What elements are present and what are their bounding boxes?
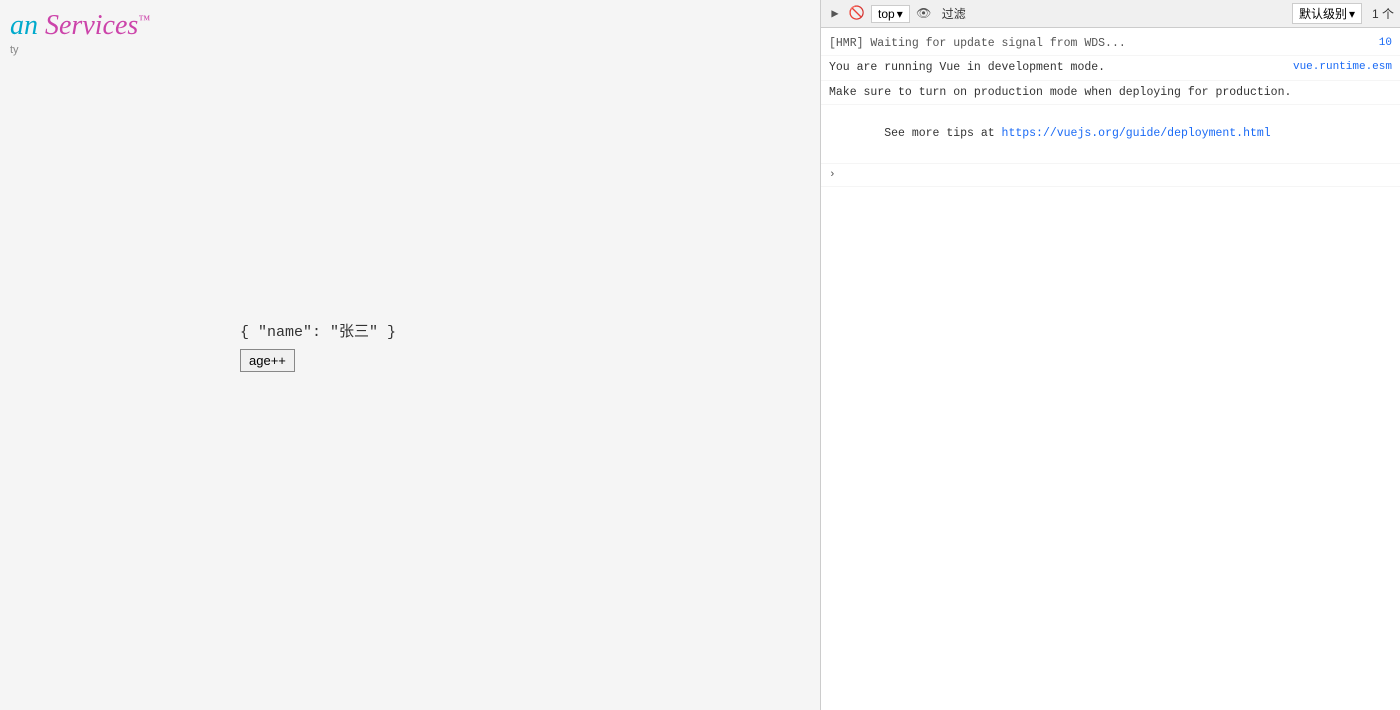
app-panel: an Services™ ty { "name": "张三" } age++ [0,0,820,710]
console-collapse-row[interactable]: › [821,164,1400,188]
devtools-toolbar: ▶ 🚫 top ▾ 👁 过滤 默认级别 ▾ 1 个 [821,0,1400,28]
vue1-text: You are running Vue in development mode. [829,59,1285,76]
block-icon[interactable]: 🚫 [849,6,865,22]
logo-an: an [10,10,38,41]
collapse-arrow-icon[interactable]: › [829,167,836,184]
app-content: { "name": "张三" } age++ [240,320,396,372]
log-level-dropdown[interactable]: 默认级别 ▾ [1292,3,1362,24]
play-icon[interactable]: ▶ [827,6,843,22]
console-line-vue2: Make sure to turn on production mode whe… [821,81,1400,105]
vue1-source-link[interactable]: vue.runtime.esm [1293,59,1392,76]
log-count: 1 个 [1372,5,1394,22]
console-line-hmr: [HMR] Waiting for update signal from WDS… [821,32,1400,56]
top-context-label: top [878,7,895,21]
logo-area: an Services™ ty [0,10,160,56]
log-level-label: 默认级别 [1299,5,1347,22]
age-button[interactable]: age++ [240,349,295,372]
eye-icon[interactable]: 👁 [916,6,932,22]
hmr-text: [HMR] Waiting for update signal from WDS… [829,35,1371,52]
logo-subtitle: ty [10,44,150,56]
logo-trademark: ™ [138,13,150,27]
devtools-panel: ▶ 🚫 top ▾ 👁 过滤 默认级别 ▾ 1 个 [HMR] Waiting … [820,0,1400,710]
console-output[interactable]: [HMR] Waiting for update signal from WDS… [821,28,1400,710]
data-display: { "name": "张三" } [240,320,396,341]
logo-services: Services [38,10,138,41]
logo: an Services™ [10,10,150,42]
top-context-dropdown[interactable]: top ▾ [871,5,910,23]
vue3-text: See more tips at https://vuejs.org/guide… [829,108,1392,160]
log-level-chevron-icon: ▾ [1349,7,1355,21]
filter-label: 过滤 [942,5,966,22]
hmr-source-link[interactable]: 10 [1379,35,1392,52]
vue2-text: Make sure to turn on production mode whe… [829,84,1392,101]
console-line-vue1: You are running Vue in development mode.… [821,56,1400,80]
console-line-vue3: See more tips at https://vuejs.org/guide… [821,105,1400,164]
deployment-guide-link[interactable]: https://vuejs.org/guide/deployment.html [1002,127,1271,140]
top-context-chevron-icon: ▾ [897,7,903,21]
